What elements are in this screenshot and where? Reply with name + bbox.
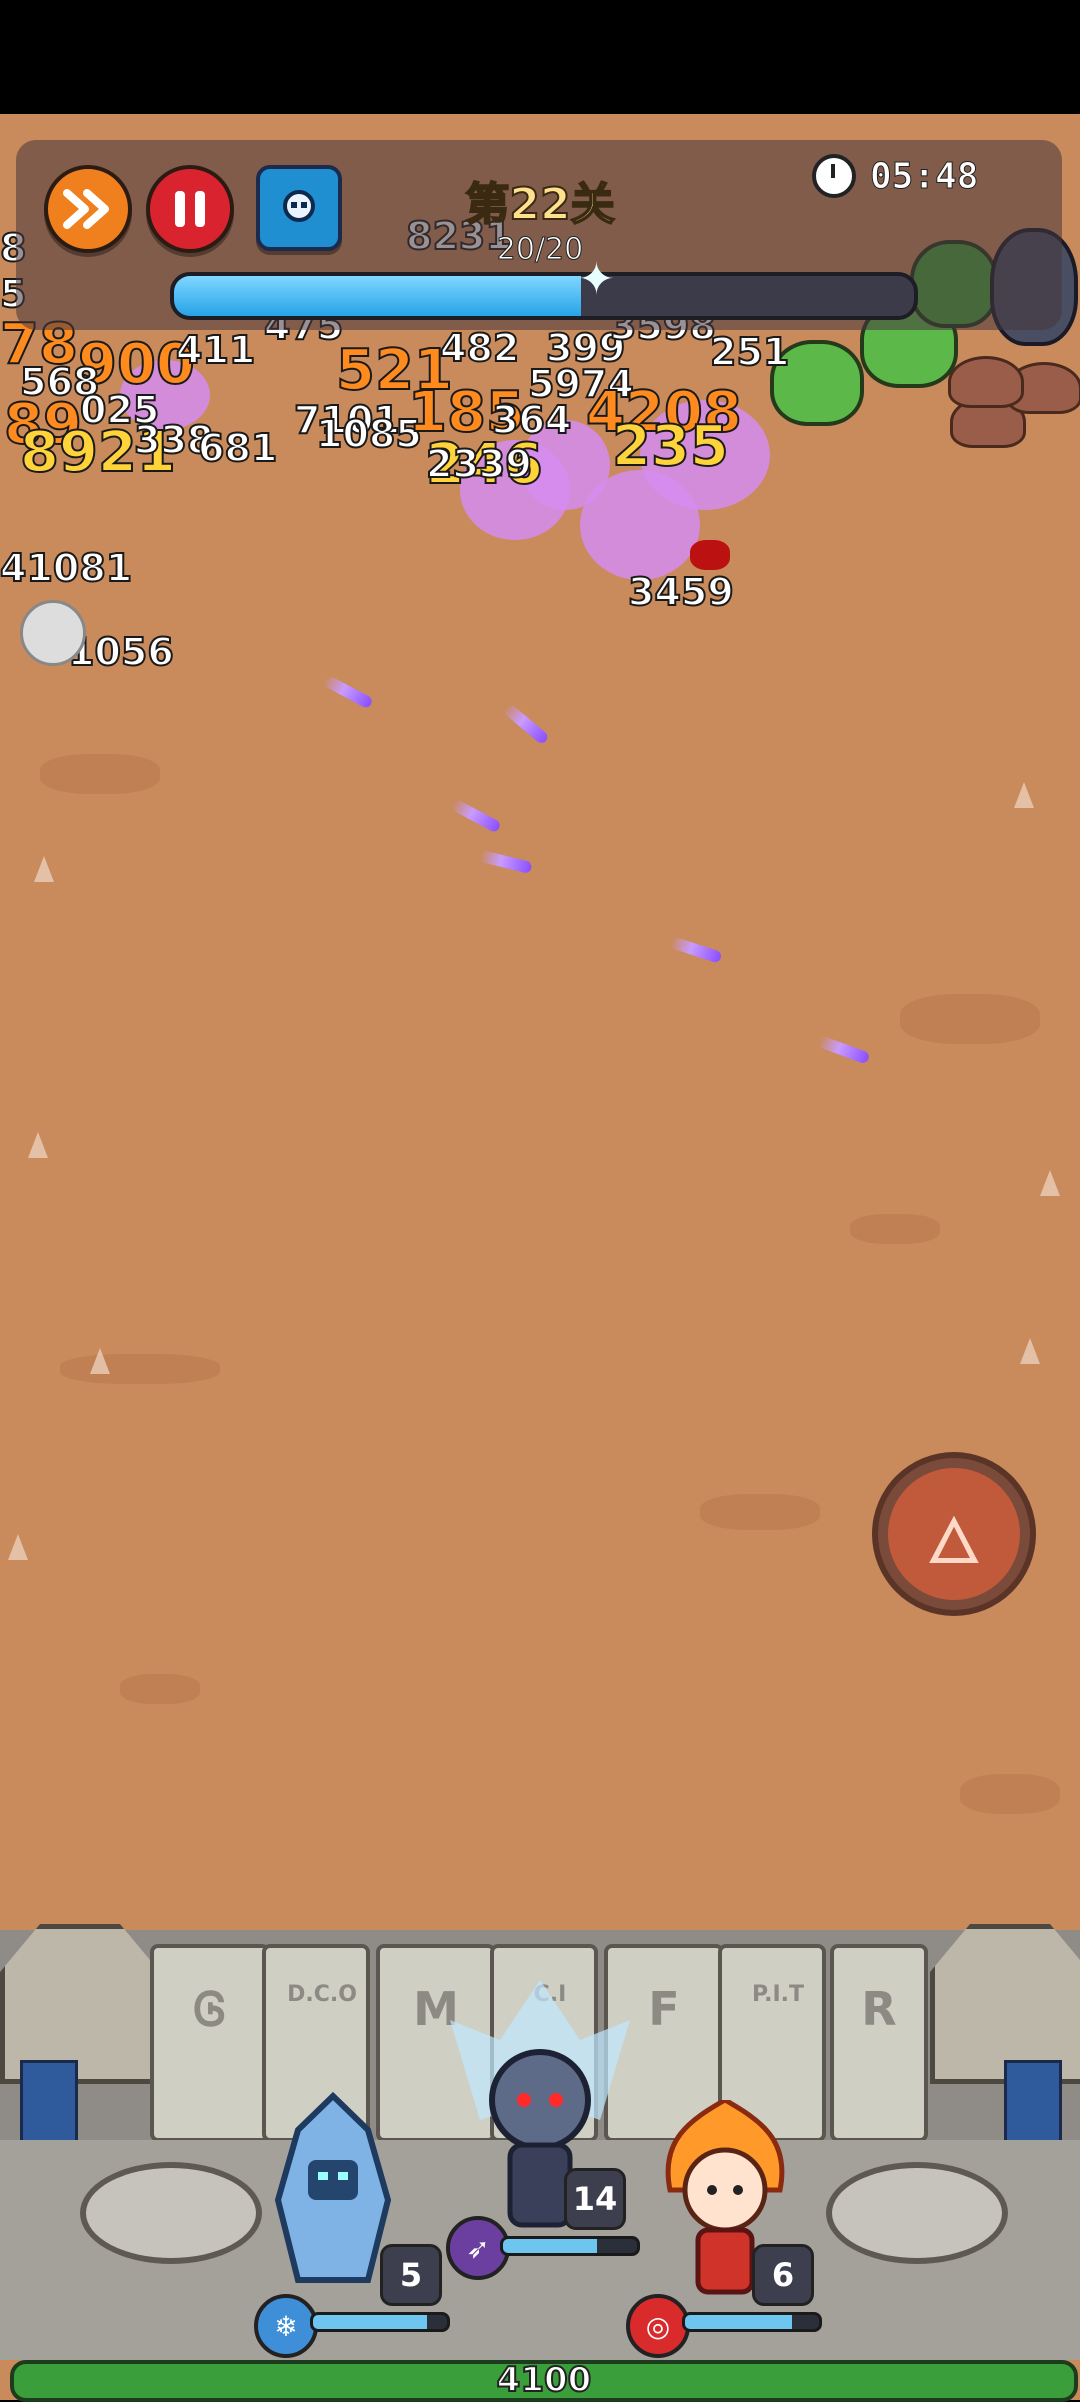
wall-rune: P.I.T [752, 1982, 804, 2007]
wave-progress-bar [170, 272, 918, 320]
bat-enemy [948, 356, 1024, 408]
base-hp-bar: 4100 [10, 2359, 1078, 2402]
damage-number: 41081 [0, 545, 133, 591]
timer-value: 05:48 [869, 155, 979, 197]
wall-rune: D.C.O [287, 1982, 357, 2007]
damage-number: 235 [611, 413, 730, 480]
hero-energy-bar [682, 2312, 822, 2332]
status-bar [0, 0, 1080, 114]
hero-level-badge: 5 [380, 2244, 442, 2306]
phoenix-skill-button[interactable]: 🜂 [878, 1458, 1030, 1610]
phoenix-icon: 🜂 [926, 1504, 982, 1579]
hero-level-badge: 14 [564, 2168, 626, 2230]
pause-button[interactable] [146, 165, 234, 253]
wall-block: R [830, 1944, 928, 2142]
skill-card-icon [283, 190, 315, 222]
hero-energy-bar [500, 2236, 640, 2256]
target-icon: ◎ [626, 2294, 690, 2358]
timer: 05:48 [812, 152, 979, 200]
hero-level-badge: 6 [752, 2244, 814, 2306]
damage-number: 3459 [627, 569, 735, 615]
wave-progress-fill [174, 276, 581, 316]
damage-number: 1085 [315, 411, 423, 457]
skull-remains [20, 600, 86, 666]
empty-hero-slot[interactable] [80, 2162, 262, 2264]
damage-number: 482 [439, 325, 520, 371]
pause-icon [175, 191, 205, 227]
wall-rune: R [861, 1982, 897, 2036]
ice-crystal-icon: ❄ [254, 2294, 318, 2358]
blood-splatter [690, 540, 730, 570]
hero-energy-bar [310, 2312, 450, 2332]
damage-number: 2339 [425, 441, 533, 487]
clock-icon [812, 154, 856, 198]
progress-spark-icon: ✦ [578, 254, 615, 305]
fast-forward-button[interactable] [44, 165, 132, 253]
base-hp-value: 4100 [496, 2359, 593, 2401]
fast-forward-icon [63, 189, 109, 229]
skill-card-button[interactable] [256, 165, 342, 251]
damage-number: 251 [709, 329, 790, 375]
empty-hero-slot[interactable] [826, 2162, 1008, 2264]
damage-number: 681 [197, 425, 278, 471]
wall-rune: Ꮆ [193, 1982, 227, 2036]
damage-number: 411 [175, 327, 256, 373]
level-title: 第22关 [464, 178, 615, 231]
